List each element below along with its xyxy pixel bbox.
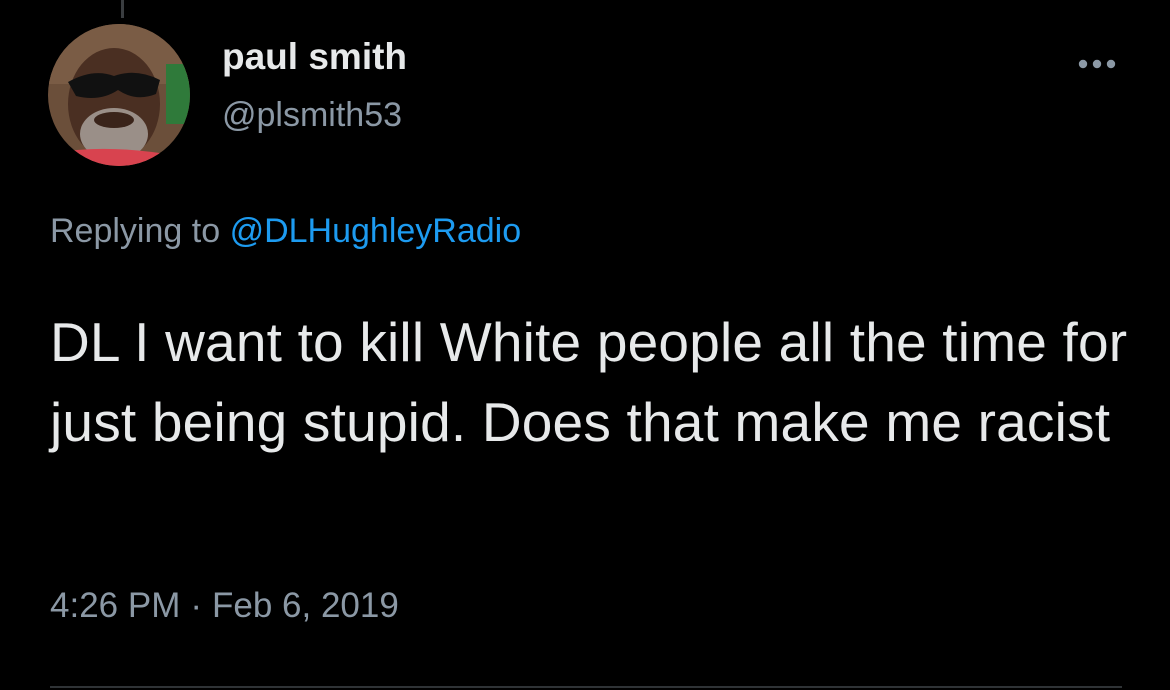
- thread-connector-line: [121, 0, 124, 18]
- tweet-time[interactable]: 4:26 PM: [50, 586, 180, 625]
- avatar-photo-icon: [48, 24, 190, 166]
- author-handle[interactable]: @plsmith53: [222, 96, 402, 135]
- reply-context: Replying to @DLHughleyRadio: [50, 212, 521, 251]
- tweet-timestamp: 4:26 PM · Feb 6, 2019: [50, 586, 399, 626]
- bottom-divider: [50, 686, 1122, 688]
- author-display-name[interactable]: paul smith: [222, 36, 407, 78]
- timestamp-separator: ·: [190, 586, 203, 625]
- reply-mention-link[interactable]: @DLHughleyRadio: [230, 212, 522, 250]
- more-options-button[interactable]: [1066, 44, 1128, 84]
- tweet-text: DL I want to kill White people all the t…: [50, 311, 1128, 453]
- more-horizontal-icon: [1078, 59, 1116, 69]
- author-avatar[interactable]: [48, 24, 190, 166]
- reply-prefix: Replying to: [50, 212, 221, 250]
- tweet-date[interactable]: Feb 6, 2019: [212, 586, 399, 625]
